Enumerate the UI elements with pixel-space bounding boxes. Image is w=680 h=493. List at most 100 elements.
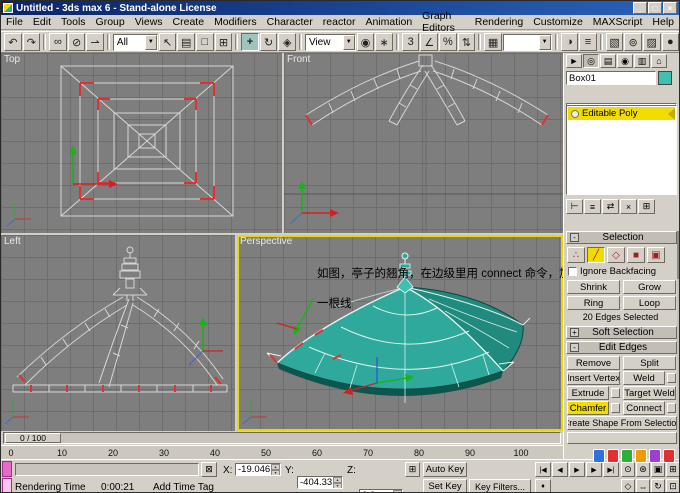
extrude-settings-button[interactable] (611, 388, 620, 398)
extrude-button[interactable]: Extrude (567, 386, 609, 400)
selection-region-icon[interactable]: □ (196, 33, 214, 51)
align-icon[interactable]: ≡ (579, 33, 597, 51)
close-button[interactable]: × (663, 2, 677, 14)
add-time-tag[interactable]: Add Time Tag (153, 482, 214, 492)
track-bar[interactable]: 0 10 20 30 40 50 60 70 80 90 100 (1, 445, 563, 459)
y-coord-field[interactable]: -404.33 ▴ ▾ (297, 476, 343, 489)
tab-create-icon[interactable]: ► (566, 54, 582, 68)
spinner-snap-icon[interactable]: ⇅ (457, 33, 476, 51)
z-coord-field[interactable]: 0.0 ▴▾ (359, 489, 403, 492)
tab-hierarchy-icon[interactable]: ▤ (600, 54, 616, 68)
window-crossing-icon[interactable]: ⊞ (214, 33, 233, 51)
play-animation-icon[interactable]: ▶ (569, 462, 585, 477)
tab-motion-icon[interactable]: ◉ (617, 54, 633, 68)
previous-frame-icon[interactable]: ◀ (552, 462, 568, 477)
create-shape-button[interactable]: Create Shape From Selection (567, 416, 677, 430)
loop-button[interactable]: Loop (623, 296, 676, 310)
time-slider-thumb[interactable]: 0 / 100 (5, 433, 61, 443)
link-icon[interactable]: ∞ (49, 33, 67, 51)
rollout-collapse-icon[interactable]: - (570, 343, 579, 352)
menu-help[interactable]: Help (647, 15, 679, 29)
chamfer-settings-button[interactable] (611, 403, 620, 413)
remove-button[interactable]: Remove (567, 356, 620, 370)
border-subobject-icon[interactable]: ◇ (607, 247, 625, 263)
percent-snap-icon[interactable]: % (439, 33, 457, 51)
ring-button[interactable]: Ring (567, 296, 620, 310)
viewport-left[interactable]: Left (1, 235, 235, 431)
bind-spacewarp-icon[interactable]: ⇀ (86, 33, 104, 51)
configure-stack-icon[interactable]: ⊞ (638, 199, 655, 214)
named-selection-dropdown[interactable]: ▼ (502, 33, 552, 51)
min-max-toggle-icon[interactable]: ⊡ (666, 479, 679, 492)
menu-maxscript[interactable]: MAXScript (588, 15, 648, 29)
maxscript-macro-recorder[interactable] (2, 461, 12, 477)
modifier-visibility-icon[interactable] (571, 109, 579, 118)
key-filters-button[interactable]: Key Filters... (469, 479, 531, 492)
viewport-perspective[interactable]: Perspective 如图，亭子的翘角，在边级里用 connect 命令，加 … (237, 235, 563, 431)
select-manipulate-icon[interactable]: ∗ (375, 33, 393, 51)
angle-snap-icon[interactable]: ∠ (420, 33, 439, 51)
menu-modifiers[interactable]: Modifiers (209, 15, 262, 29)
stack-item-editable-poly[interactable]: Editable Poly (568, 107, 675, 120)
minimize-button[interactable]: _ (633, 2, 647, 14)
select-object-icon[interactable]: ↖ (158, 33, 177, 51)
menu-group[interactable]: Group (91, 15, 130, 29)
viewport-perspective-label[interactable]: Perspective (240, 236, 292, 247)
rollout-selection[interactable]: - Selection (566, 231, 677, 244)
quick-render-icon[interactable]: ● (661, 33, 679, 51)
auto-key-button[interactable]: Auto Key (423, 462, 467, 477)
pin-stack-icon[interactable]: ⊢ (566, 199, 583, 214)
insert-vertex-button[interactable]: Insert Vertex (567, 371, 620, 385)
select-by-name-icon[interactable]: ▤ (177, 33, 196, 51)
rollout-edit-edges[interactable]: - Edit Edges (566, 341, 677, 354)
menu-edit[interactable]: Edit (28, 15, 56, 29)
menu-rendering[interactable]: Rendering (470, 15, 528, 29)
menu-tools[interactable]: Tools (56, 15, 91, 29)
object-name-field[interactable]: Box01 (566, 71, 656, 85)
show-end-result-icon[interactable]: ≡ (584, 199, 601, 214)
rollout-soft-selection[interactable]: + Soft Selection (566, 326, 677, 339)
shrink-button[interactable]: Shrink (567, 280, 620, 294)
tab-utilities-icon[interactable]: ⌂ (651, 54, 667, 68)
use-center-icon[interactable]: ◉ (356, 33, 375, 51)
unlink-icon[interactable]: ⊘ (67, 33, 86, 51)
viewport-top-label[interactable]: Top (4, 54, 20, 65)
tab-display-icon[interactable]: ▥ (634, 54, 650, 68)
offset-mode-icon[interactable]: ⊞ (405, 462, 420, 477)
title-bar[interactable]: Untitled - 3ds max 6 - Stand-alone Licen… (1, 1, 679, 15)
grow-button[interactable]: Grow (623, 280, 676, 294)
go-to-start-icon[interactable]: |◀ (535, 462, 551, 477)
edge-subobject-icon[interactable]: ╱ (587, 247, 605, 263)
spinner[interactable]: ▴▾ (333, 477, 342, 488)
chamfer-button[interactable]: Chamfer (567, 401, 609, 415)
x-coord-field[interactable]: -19.046 ▴ ▾ (235, 463, 281, 476)
named-selection-sets-icon[interactable]: ▦ (484, 33, 502, 51)
set-key-button[interactable]: Set Key (423, 479, 467, 492)
menu-file[interactable]: File (1, 15, 28, 29)
menu-views[interactable]: Views (130, 15, 168, 29)
tab-modify-icon[interactable]: ◎ (583, 54, 599, 68)
vertex-subobject-icon[interactable]: ∴ (567, 247, 585, 263)
weld-button[interactable]: Weld (623, 371, 665, 385)
menu-reactor[interactable]: reactor (318, 15, 361, 29)
polygon-subobject-icon[interactable]: ■ (627, 247, 645, 263)
modifier-stack[interactable]: Editable Poly (566, 105, 677, 195)
menu-character[interactable]: Character (262, 15, 318, 29)
split-button[interactable]: Split (623, 356, 676, 370)
connect-button[interactable]: Connect (623, 401, 665, 415)
viewport-left-label[interactable]: Left (4, 236, 21, 247)
render-scene-icon[interactable]: ▨ (642, 33, 661, 51)
ignore-backfacing-checkbox[interactable] (568, 267, 577, 276)
viewport-top[interactable]: Top (1, 53, 282, 233)
field-of-view-icon[interactable]: ◇ (621, 479, 635, 492)
spinner[interactable]: ▴▾ (271, 464, 280, 475)
object-color-swatch[interactable] (658, 71, 672, 85)
select-scale-icon[interactable]: ◈ (278, 33, 296, 51)
maxscript-listener[interactable] (2, 478, 12, 492)
selection-filter-dropdown[interactable]: All ▼ (112, 33, 158, 51)
element-subobject-icon[interactable]: ▣ (647, 247, 665, 263)
reference-coordinate-dropdown[interactable]: View ▼ (304, 33, 356, 51)
menu-animation[interactable]: Animation (360, 15, 417, 29)
rollout-collapse-icon[interactable]: - (570, 233, 579, 242)
maximize-button[interactable]: □ (648, 2, 662, 14)
